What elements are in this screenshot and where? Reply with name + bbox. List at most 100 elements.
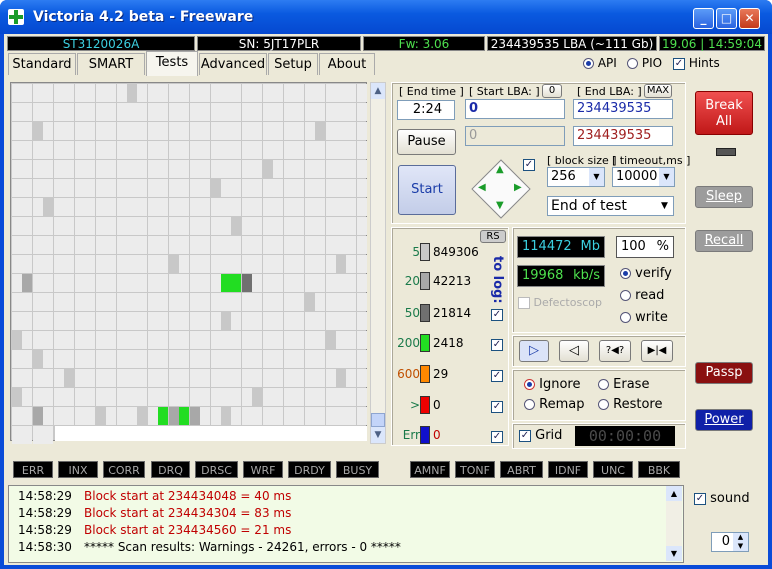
legend-label: 5 [412, 245, 420, 259]
erase-radio[interactable] [598, 379, 609, 390]
start-lba-field[interactable]: 0 [465, 99, 565, 119]
end-lba-max-button[interactable]: MAX [644, 84, 672, 98]
grid-toggle[interactable]: ✓ Grid [519, 428, 562, 443]
scan-block [231, 198, 242, 216]
legend-log-checkbox[interactable]: ✓ [491, 430, 503, 443]
hints-checkbox[interactable]: ✓ [673, 57, 685, 70]
tab-tests[interactable]: Tests [146, 51, 198, 76]
up-arrow-icon[interactable]: ▲ [496, 164, 504, 175]
passp-button[interactable]: Passp [695, 362, 753, 384]
right-arrow-icon[interactable]: ▶ [514, 182, 522, 193]
scan-block [43, 84, 54, 102]
write-option[interactable]: write [620, 310, 668, 325]
scan-block [325, 160, 336, 178]
down-arrow-icon[interactable]: ▼ [496, 200, 504, 211]
rs-button[interactable]: RS [480, 230, 506, 243]
scan-block [64, 217, 75, 235]
scroll-up-icon[interactable]: ▲ [371, 83, 385, 99]
left-arrow-icon[interactable]: ◀ [478, 182, 486, 193]
read-radio[interactable] [620, 290, 631, 301]
verify-radio[interactable] [620, 268, 631, 279]
end-lba-field[interactable]: 234439535 [573, 99, 673, 119]
random-seek-button[interactable]: ?◀? [599, 340, 631, 362]
scan-block [241, 217, 252, 235]
defectoscop-toggle[interactable]: Defectoscop [518, 296, 602, 309]
api-radio[interactable] [583, 58, 594, 69]
scroll-down-icon[interactable]: ▼ [371, 427, 385, 443]
restore-option[interactable]: Restore [598, 397, 662, 412]
log-scroll-up-icon[interactable]: ▲ [666, 486, 682, 501]
legend-log-checkbox[interactable]: ✓ [491, 400, 503, 413]
scan-block [273, 407, 284, 425]
legend-log-checkbox[interactable]: ✓ [491, 338, 503, 351]
recall-button[interactable]: Recall [695, 230, 753, 252]
log-scrollbar[interactable]: ▲ ▼ [666, 486, 682, 561]
pause-button[interactable]: Pause [397, 129, 456, 155]
scroll-thumb[interactable] [371, 413, 385, 427]
scan-block [116, 388, 127, 406]
log-scroll-down-icon[interactable]: ▼ [666, 546, 682, 561]
pio-radio[interactable] [627, 58, 638, 69]
read-option[interactable]: read [620, 288, 664, 303]
scan-block [85, 331, 96, 349]
direction-pad[interactable]: ▲ ▼ ◀ ▶ [471, 159, 531, 219]
scan-block [325, 388, 336, 406]
tab-advanced[interactable]: Advanced [199, 53, 267, 75]
scan-block [283, 160, 294, 178]
scan-block [158, 369, 169, 387]
ignore-radio[interactable] [524, 379, 535, 390]
remap-option[interactable]: Remap [524, 397, 584, 412]
power-button[interactable]: Power [695, 409, 753, 431]
ignore-option[interactable]: Ignore [524, 377, 580, 392]
scan-block [43, 407, 54, 425]
block-size-chevron-icon[interactable]: ▼ [589, 168, 604, 186]
tab-standard[interactable]: Standard [8, 53, 76, 75]
scan-block [221, 198, 231, 216]
end-action-chevron-icon[interactable]: ▼ [656, 197, 673, 215]
write-radio[interactable] [620, 312, 631, 323]
mode-api[interactable]: API [583, 56, 617, 70]
close-button[interactable]: ✕ [739, 8, 760, 29]
maximize-button[interactable]: □ [716, 8, 737, 29]
scan-block [335, 350, 346, 368]
play-forward-button[interactable]: ▷ [519, 340, 549, 362]
scan-block [231, 103, 242, 121]
scan-block [137, 198, 148, 216]
legend-log-checkbox[interactable]: ✓ [491, 369, 503, 382]
grid-checkbox[interactable]: ✓ [519, 429, 531, 442]
defectoscop-checkbox[interactable] [518, 297, 530, 309]
sound-checkbox[interactable]: ✓ [694, 492, 706, 505]
scan-block [147, 407, 158, 425]
start-button[interactable]: Start [398, 165, 456, 215]
break-all-button[interactable]: Break All [695, 91, 753, 135]
grid-scrollbar[interactable]: ▲ ▼ [370, 82, 386, 444]
tab-about[interactable]: About [319, 53, 375, 75]
start-lba-zero-button[interactable]: 0 [542, 84, 562, 98]
tab-setup[interactable]: Setup [268, 53, 318, 75]
volume-stepper-icon[interactable]: ▲ ▼ [733, 533, 748, 551]
title-bar[interactable]: Victoria 4.2 beta - Freeware _ □ ✕ [0, 0, 772, 34]
end-time-field[interactable]: 2:24 [397, 100, 455, 120]
remap-radio[interactable] [524, 399, 535, 410]
tab-smart[interactable]: SMART [77, 53, 145, 75]
minimize-button[interactable]: _ [693, 8, 714, 29]
current-end-lba-field: 234439535 [573, 126, 673, 146]
legend-log-checkbox[interactable]: ✓ [491, 308, 503, 321]
verify-option[interactable]: verify [620, 266, 672, 281]
scan-block [168, 217, 179, 235]
hints-toggle[interactable]: ✓ Hints [673, 56, 720, 70]
scan-block [43, 103, 54, 121]
restore-radio[interactable] [598, 399, 609, 410]
sleep-button[interactable]: Sleep [695, 186, 753, 208]
timeout-chevron-icon[interactable]: ▼ [659, 168, 674, 186]
butterfly-button[interactable]: ▶|◀ [641, 340, 673, 362]
mode-pio[interactable]: PIO [627, 56, 662, 70]
play-backward-button[interactable]: ◁ [559, 340, 589, 362]
sound-toggle[interactable]: ✓ sound [694, 491, 750, 506]
scan-block [147, 236, 158, 254]
end-action-select[interactable]: End of test [547, 196, 674, 216]
scan-block [304, 84, 315, 102]
direction-checkbox[interactable]: ✓ [523, 158, 535, 171]
erase-option[interactable]: Erase [598, 377, 649, 392]
scan-block [189, 217, 200, 235]
